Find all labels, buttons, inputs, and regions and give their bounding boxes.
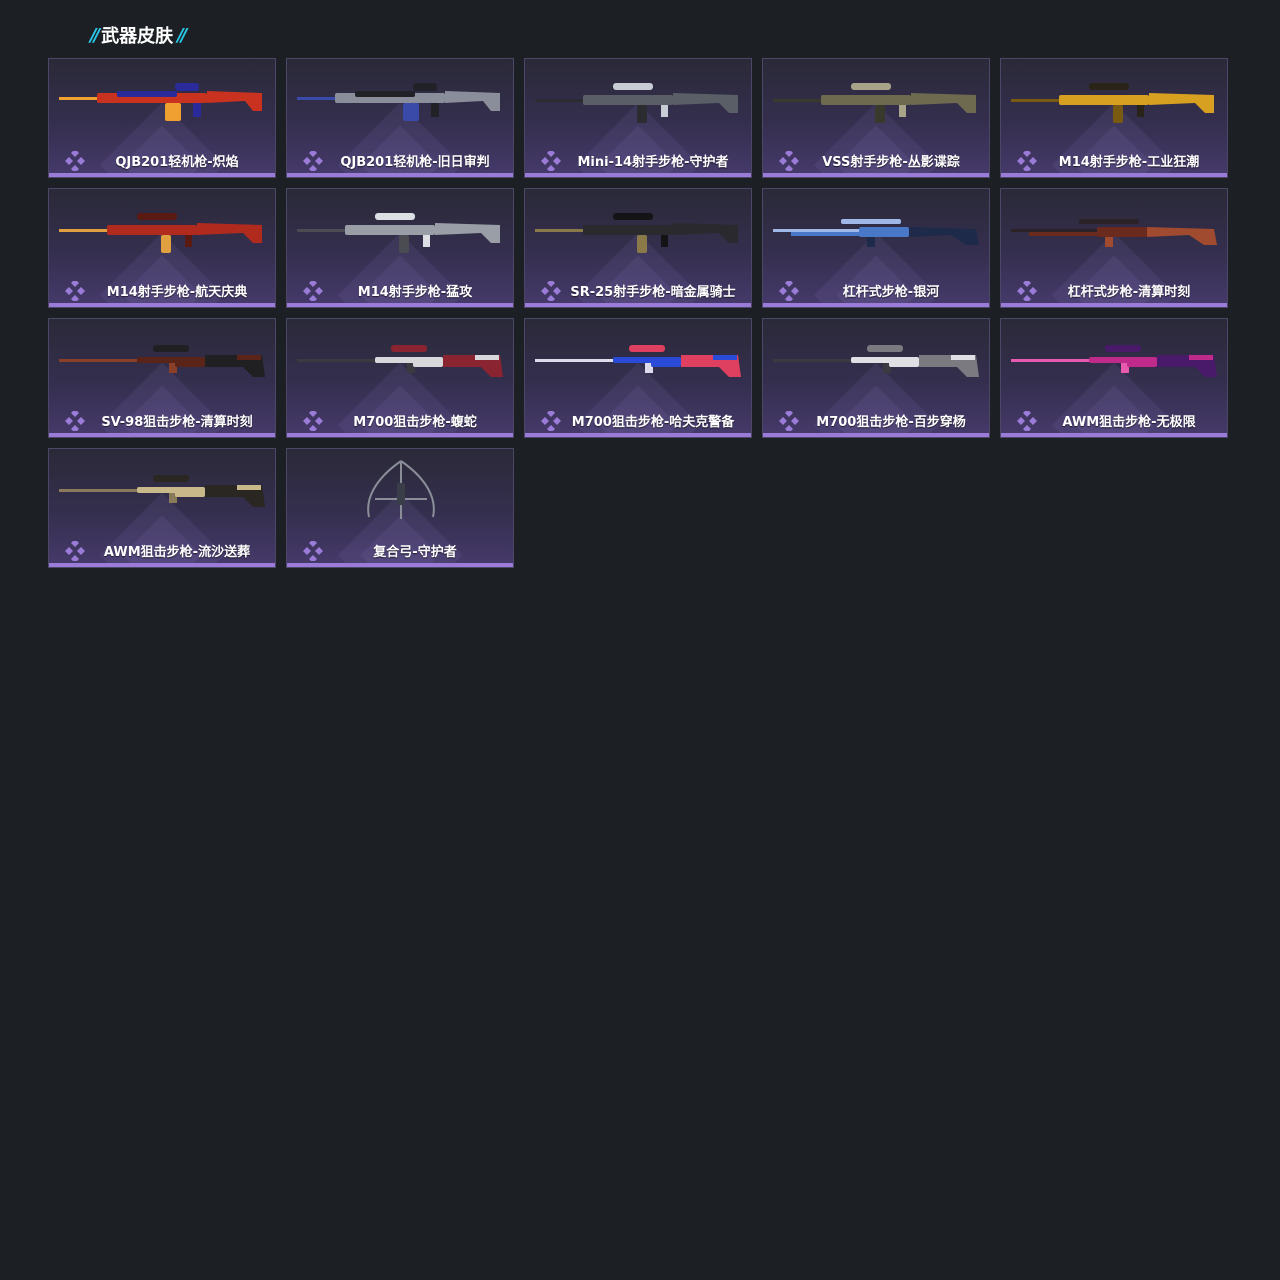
rifle-icon	[535, 83, 738, 123]
rarity-diamond-icon	[779, 151, 799, 171]
rarity-diamond-icon	[303, 541, 323, 561]
rarity-diamond-icon	[303, 281, 323, 301]
rarity-diamond-icon	[303, 151, 323, 171]
weapon-skin-card[interactable]: 复合弓-守护者	[286, 448, 514, 568]
skin-label-row: AWM狙击步枪-无极限	[1001, 409, 1227, 431]
sniper-icon	[773, 345, 979, 377]
skin-label-row: 杠杆式步枪-银河	[763, 279, 989, 301]
rarity-diamond-icon	[779, 411, 799, 431]
weapon-skin-card[interactable]: AWM狙击步枪-无极限	[1000, 318, 1228, 438]
rifle-icon	[59, 213, 262, 253]
weapon-skin-card[interactable]: M14射手步枪-工业狂潮	[1000, 58, 1228, 178]
rarity-diamond-icon	[303, 411, 323, 431]
skin-label-row: M14射手步枪-航天庆典	[49, 279, 275, 301]
lever-rifle-icon	[1011, 219, 1217, 247]
weapon-skin-card[interactable]: QJB201轻机枪-旧日审判	[286, 58, 514, 178]
sniper-icon	[59, 345, 265, 377]
rifle-icon	[535, 213, 738, 253]
rarity-diamond-icon	[541, 411, 561, 431]
skin-label-row: QJB201轻机枪-炽焰	[49, 149, 275, 171]
weapon-skin-card[interactable]: M700狙击步枪-百步穿杨	[762, 318, 990, 438]
skin-label-row: M700狙击步枪-蝮蛇	[287, 409, 513, 431]
slash-decoration-right: //	[177, 24, 187, 46]
skin-grid: QJB201轻机枪-炽焰 QJB201轻机枪-旧日审判 Mini-14射手步枪-守护…	[48, 58, 1228, 568]
rarity-diamond-icon	[65, 541, 85, 561]
weapon-skin-card[interactable]: M700狙击步枪-蝮蛇	[286, 318, 514, 438]
rarity-diamond-icon	[65, 151, 85, 171]
skin-label-row: M14射手步枪-工业狂潮	[1001, 149, 1227, 171]
weapon-skin-card[interactable]: SR-25射手步枪-暗金属骑士	[524, 188, 752, 308]
weapon-skin-card[interactable]: QJB201轻机枪-炽焰	[48, 58, 276, 178]
skin-label-row: VSS射手步枪-丛影谍踪	[763, 149, 989, 171]
rarity-diamond-icon	[1017, 281, 1037, 301]
rarity-diamond-icon	[541, 151, 561, 171]
skin-label-row: M14射手步枪-猛攻	[287, 279, 513, 301]
rarity-diamond-icon	[65, 281, 85, 301]
lmg-icon	[59, 83, 262, 121]
rifle-icon	[1011, 83, 1214, 123]
rarity-diamond-icon	[779, 281, 799, 301]
weapon-skin-card[interactable]: VSS射手步枪-丛影谍踪	[762, 58, 990, 178]
weapon-skin-card[interactable]: AWM狙击步枪-流沙送葬	[48, 448, 276, 568]
section-header: // 武器皮肤 //	[90, 22, 187, 48]
sniper-icon	[1011, 345, 1217, 377]
weapon-skin-card[interactable]: SV-98狙击步枪-清算时刻	[48, 318, 276, 438]
lmg-icon	[297, 83, 500, 121]
rarity-diamond-icon	[1017, 151, 1037, 171]
lever-rifle-icon	[773, 219, 979, 247]
section-title: 武器皮肤	[101, 26, 174, 47]
skin-label-row: M700狙击步枪-哈夫克警备	[525, 409, 751, 431]
sniper-icon	[59, 475, 265, 507]
rifle-icon	[297, 213, 500, 253]
rarity-diamond-icon	[65, 411, 85, 431]
weapon-skin-card[interactable]: Mini-14射手步枪-守护者	[524, 58, 752, 178]
skin-label-row: SR-25射手步枪-暗金属骑士	[525, 279, 751, 301]
skin-label-row: 杠杆式步枪-清算时刻	[1001, 279, 1227, 301]
skin-label-row: AWM狙击步枪-流沙送葬	[49, 539, 275, 561]
weapon-skin-card[interactable]: M14射手步枪-猛攻	[286, 188, 514, 308]
rarity-diamond-icon	[541, 281, 561, 301]
sniper-icon	[297, 345, 503, 377]
weapon-skin-card[interactable]: M14射手步枪-航天庆典	[48, 188, 276, 308]
skin-label-row: M700狙击步枪-百步穿杨	[763, 409, 989, 431]
weapon-skin-card[interactable]: M700狙击步枪-哈夫克警备	[524, 318, 752, 438]
bow-icon	[367, 460, 435, 519]
skin-label-row: 复合弓-守护者	[287, 539, 513, 561]
skin-label-row: Mini-14射手步枪-守护者	[525, 149, 751, 171]
sniper-icon	[535, 345, 741, 377]
slash-decoration-left: //	[90, 24, 100, 46]
weapon-skin-card[interactable]: 杠杆式步枪-清算时刻	[1000, 188, 1228, 308]
rarity-diamond-icon	[1017, 411, 1037, 431]
weapon-skin-card[interactable]: 杠杆式步枪-银河	[762, 188, 990, 308]
rifle-icon	[773, 83, 976, 123]
skin-label-row: SV-98狙击步枪-清算时刻	[49, 409, 275, 431]
skin-label-row: QJB201轻机枪-旧日审判	[287, 149, 513, 171]
